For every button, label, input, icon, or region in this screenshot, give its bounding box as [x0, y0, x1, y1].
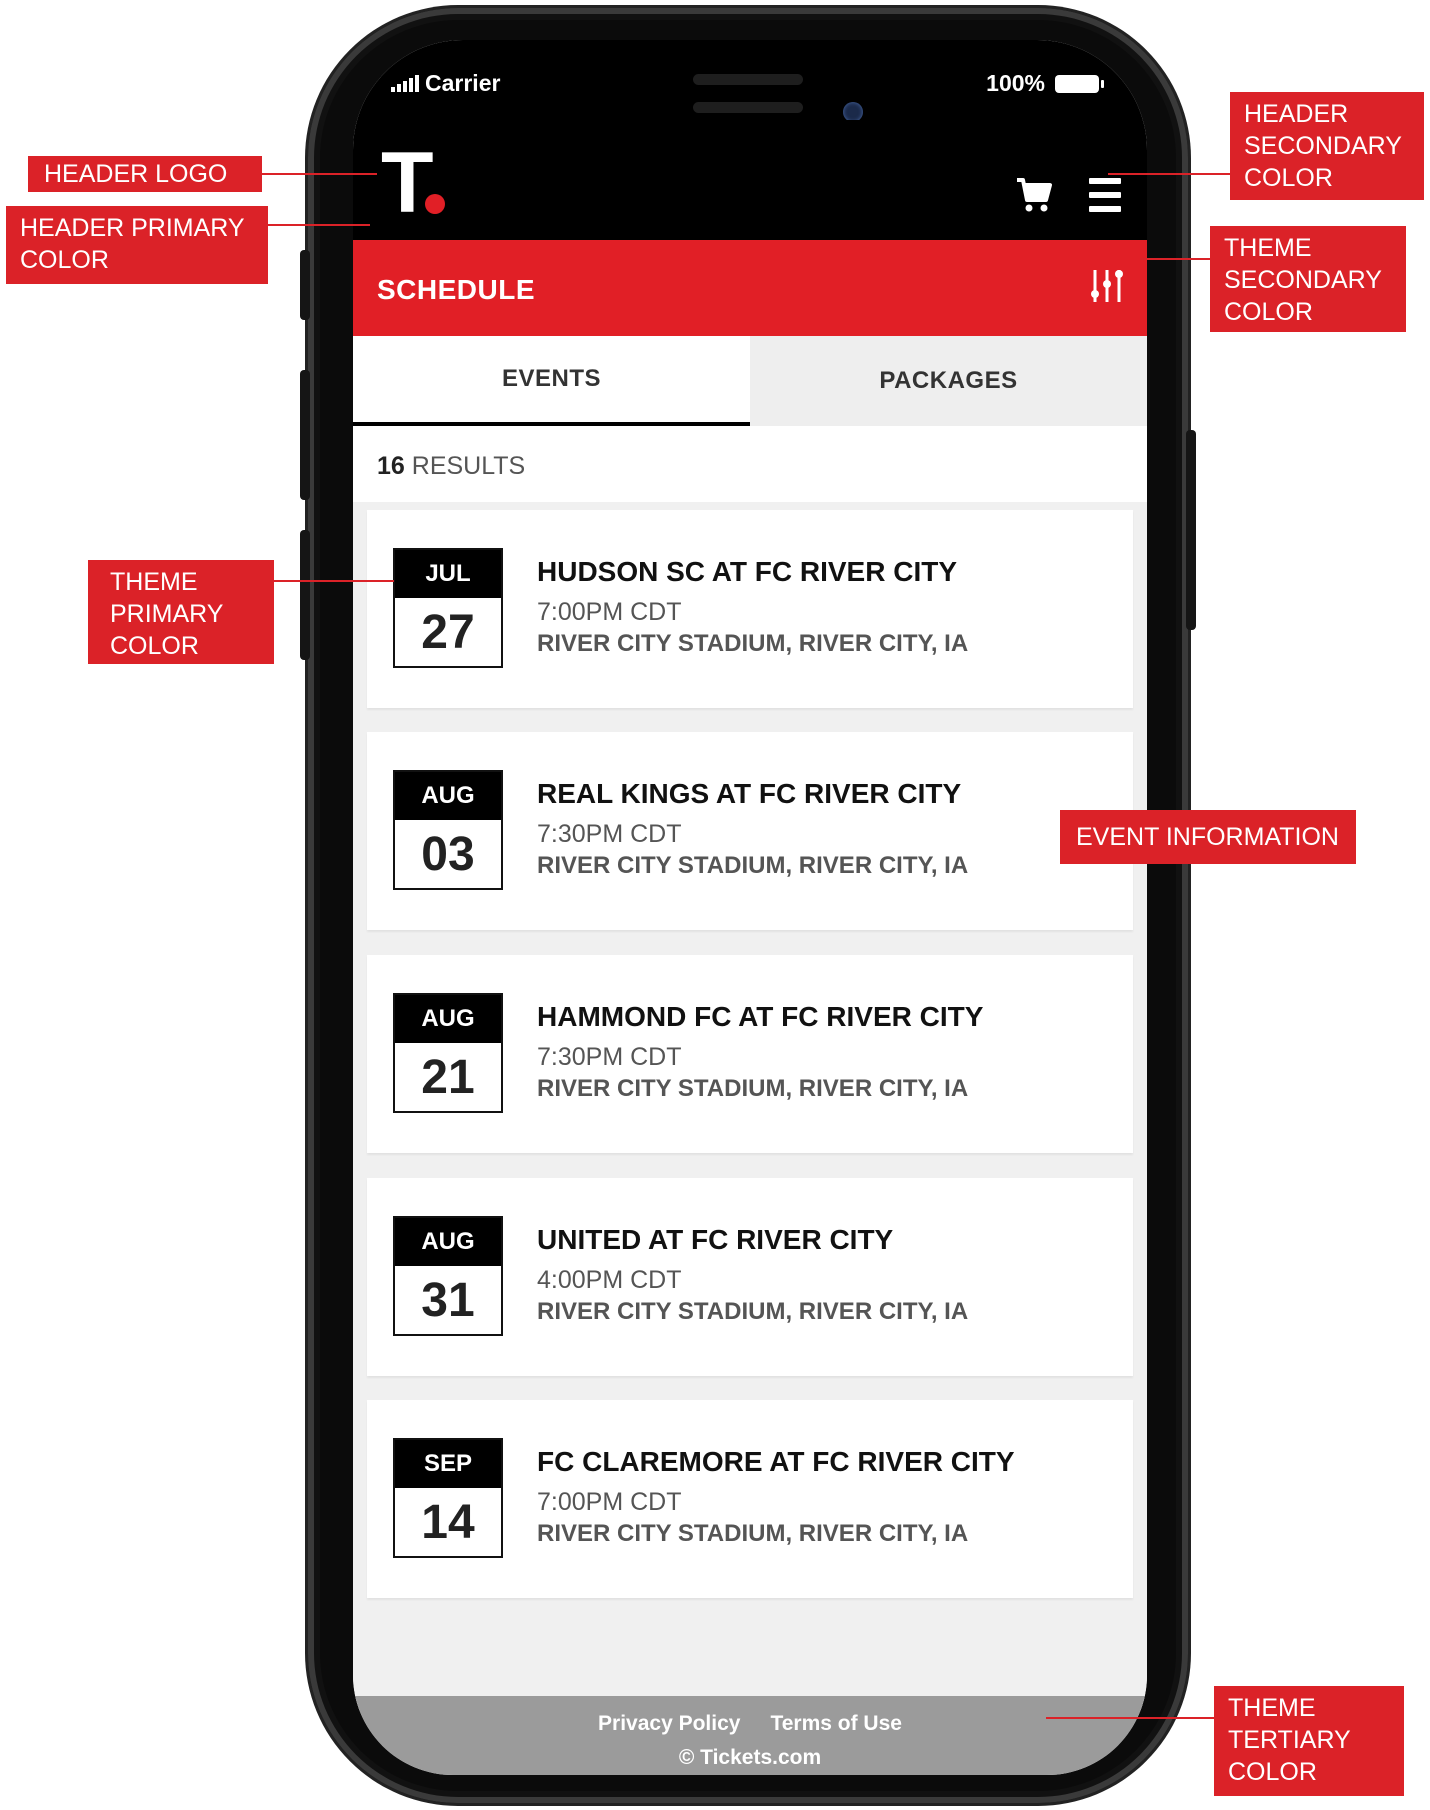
annotation-theme-primary: THEME PRIMARY COLOR — [88, 560, 274, 664]
event-card[interactable]: AUG 03 REAL KINGS AT FC RIVER CITY 7:30P… — [367, 732, 1133, 930]
annotation-line — [262, 173, 377, 175]
battery-icon — [1055, 74, 1104, 93]
phone-side-button — [300, 370, 310, 500]
event-date: JUL 27 — [393, 548, 503, 668]
event-venue: RIVER CITY STADIUM, RIVER CITY, IA — [537, 852, 969, 879]
battery-indicator: 100% — [986, 70, 1104, 97]
event-month: AUG — [395, 1218, 501, 1266]
event-card[interactable]: SEP 14 FC CLAREMORE AT FC RIVER CITY 7:0… — [367, 1400, 1133, 1598]
annotation-line — [1108, 173, 1230, 175]
results-number: 16 — [377, 452, 405, 480]
phone-side-button — [300, 530, 310, 660]
tab-events[interactable]: EVENTS — [353, 336, 750, 426]
event-day: 03 — [421, 827, 475, 881]
battery-label: 100% — [986, 70, 1045, 96]
hamburger-menu-icon[interactable] — [1089, 178, 1121, 212]
event-month: SEP — [395, 1440, 501, 1488]
event-title[interactable]: HAMMOND FC AT FC RIVER CITY — [537, 1001, 983, 1033]
tab-bar: EVENTS PACKAGES — [353, 336, 1147, 426]
annotation-header-logo: HEADER LOGO — [28, 156, 262, 192]
copyright: © Tickets.com — [678, 1746, 822, 1769]
annotation-line — [274, 580, 394, 582]
annotation-line — [1140, 258, 1210, 260]
app-header: T — [353, 120, 1147, 240]
event-card[interactable]: AUG 21 HAMMOND FC AT FC RIVER CITY 7:30P… — [367, 955, 1133, 1153]
results-count: 16 RESULTS — [377, 452, 525, 481]
event-month: JUL — [395, 550, 501, 598]
event-day: 21 — [421, 1050, 475, 1104]
filter-sliders-icon[interactable] — [1089, 266, 1125, 306]
privacy-policy-link[interactable]: Privacy Policy — [598, 1712, 740, 1736]
carrier-label: Carrier — [425, 70, 501, 96]
event-date: SEP 14 — [393, 1438, 503, 1558]
speaker — [693, 102, 803, 113]
event-date: AUG 31 — [393, 1216, 503, 1336]
annotation-header-secondary: HEADER SECONDARY COLOR — [1230, 92, 1424, 200]
event-month: AUG — [395, 772, 501, 820]
annotation-header-primary: HEADER PRIMARY COLOR — [6, 206, 268, 284]
event-time: 7:30PM CDT — [537, 820, 682, 848]
event-date: AUG 03 — [393, 770, 503, 890]
event-card[interactable]: AUG 31 UNITED AT FC RIVER CITY 4:00PM CD… — [367, 1178, 1133, 1376]
status-bar: Carrier 100% — [353, 40, 1147, 122]
event-month: AUG — [395, 995, 501, 1043]
event-venue: RIVER CITY STADIUM, RIVER CITY, IA — [537, 630, 969, 657]
tab-packages[interactable]: PACKAGES — [750, 336, 1147, 426]
event-title[interactable]: UNITED AT FC RIVER CITY — [537, 1224, 893, 1256]
camera-icon — [843, 102, 863, 122]
event-list: JUL 27 HUDSON SC AT FC RIVER CITY 7:00PM… — [353, 502, 1147, 1712]
event-card[interactable]: JUL 27 HUDSON SC AT FC RIVER CITY 7:00PM… — [367, 510, 1133, 708]
logo-dot — [425, 194, 445, 214]
terms-of-use-link[interactable]: Terms of Use — [770, 1712, 902, 1736]
event-date: AUG 21 — [393, 993, 503, 1113]
phone-side-button — [1186, 430, 1196, 630]
phone-side-button — [300, 250, 310, 320]
speaker — [693, 74, 803, 85]
phone-screen: Carrier 100% T SCHEDULE EVENTS PACKAGES … — [353, 40, 1147, 1775]
annotation-line — [1046, 1717, 1214, 1719]
annotation-theme-tertiary: THEME TERTIARY COLOR — [1214, 1686, 1404, 1796]
carrier-indicator: Carrier — [391, 70, 500, 97]
event-title[interactable]: REAL KINGS AT FC RIVER CITY — [537, 778, 961, 810]
event-venue: RIVER CITY STADIUM, RIVER CITY, IA — [537, 1075, 969, 1102]
event-title[interactable]: HUDSON SC AT FC RIVER CITY — [537, 556, 957, 588]
footer-links: Privacy Policy Terms of Use — [353, 1712, 1147, 1736]
event-day: 31 — [421, 1273, 475, 1327]
event-time: 7:00PM CDT — [537, 598, 682, 626]
event-time: 7:30PM CDT — [537, 1043, 682, 1071]
annotation-theme-secondary: THEME SECONDARY COLOR — [1210, 226, 1406, 332]
event-venue: RIVER CITY STADIUM, RIVER CITY, IA — [537, 1298, 969, 1325]
header-logo[interactable]: T — [381, 140, 434, 226]
signal-icon — [391, 74, 419, 92]
results-label: RESULTS — [411, 452, 526, 480]
footer: Privacy Policy Terms of Use © Tickets.co… — [353, 1696, 1147, 1775]
cart-icon[interactable] — [1015, 176, 1053, 214]
event-day: 14 — [421, 1495, 475, 1549]
event-day: 27 — [421, 605, 475, 659]
annotation-line — [268, 224, 370, 226]
schedule-bar: SCHEDULE — [353, 240, 1147, 336]
annotation-event-information: EVENT INFORMATION — [1060, 810, 1356, 864]
schedule-title: SCHEDULE — [377, 274, 536, 305]
event-title[interactable]: FC CLAREMORE AT FC RIVER CITY — [537, 1446, 1015, 1478]
event-venue: RIVER CITY STADIUM, RIVER CITY, IA — [537, 1520, 969, 1547]
event-time: 7:00PM CDT — [537, 1488, 682, 1516]
event-time: 4:00PM CDT — [537, 1266, 682, 1294]
